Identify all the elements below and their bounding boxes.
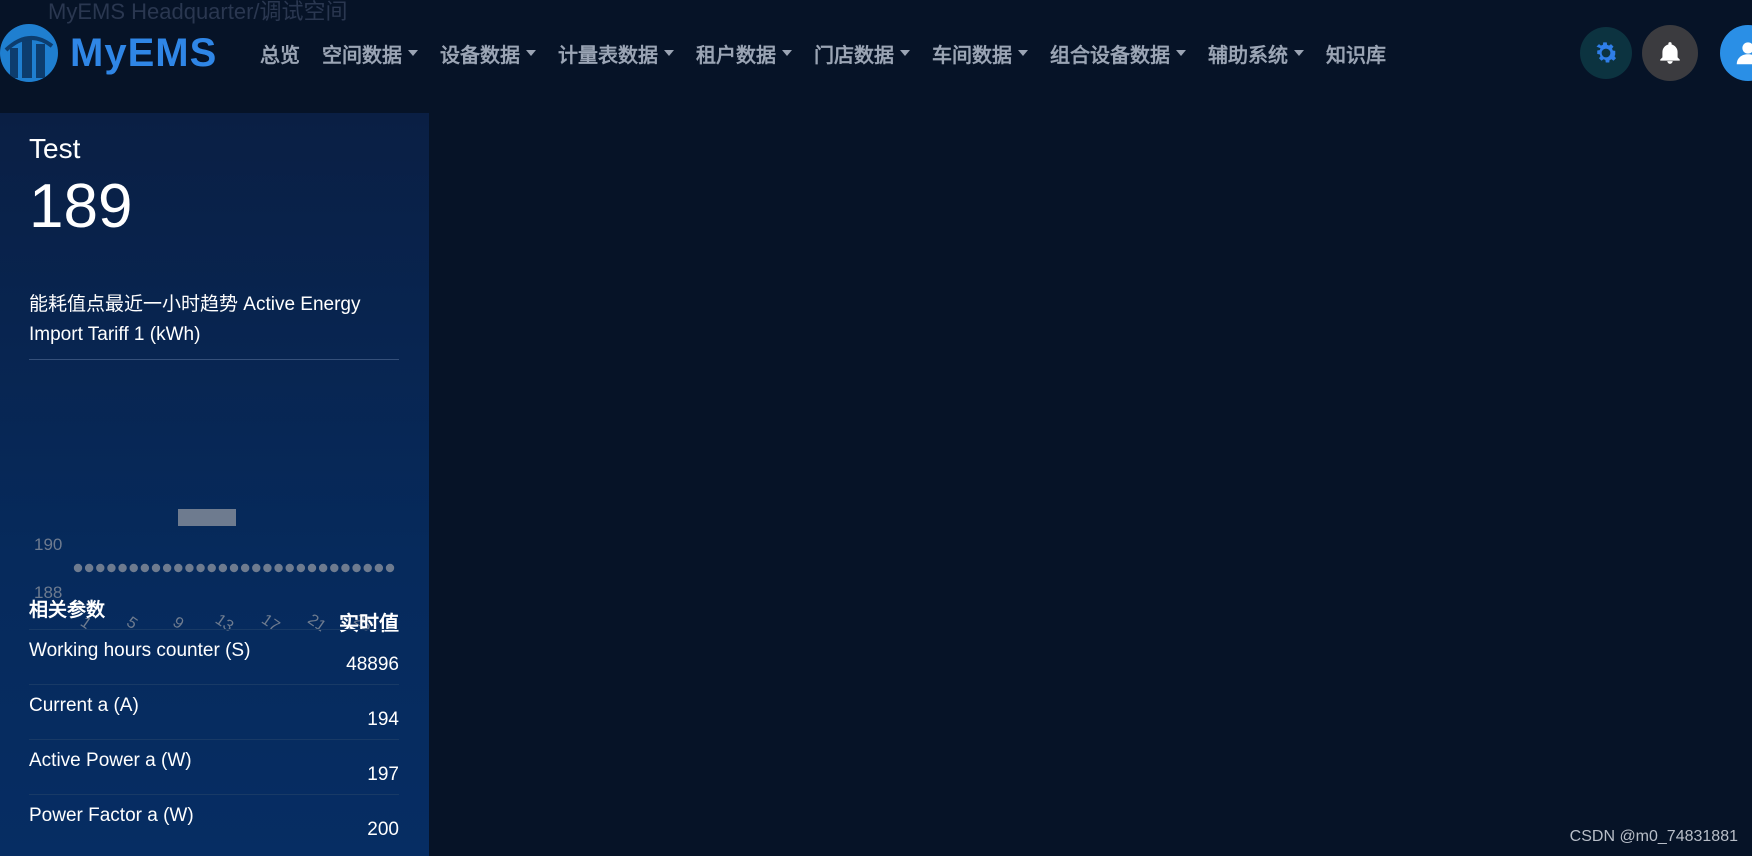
data-point[interactable] bbox=[140, 563, 150, 573]
brand[interactable]: MyEMS bbox=[0, 22, 217, 84]
nav-item-6[interactable]: 车间数据 bbox=[932, 39, 1028, 68]
data-point[interactable] bbox=[84, 563, 94, 573]
param-name: Active Power a (W) bbox=[29, 750, 192, 771]
watermark: CSDN @m0_74831881 bbox=[1569, 828, 1738, 845]
param-row: Working hours counter (S) 48896 bbox=[29, 629, 399, 684]
param-name: Working hours counter (S) bbox=[29, 640, 251, 661]
param-row: Power Factor a (W) 200 bbox=[29, 794, 399, 849]
nav-item-label: 知识库 bbox=[1326, 44, 1386, 67]
data-point[interactable] bbox=[118, 563, 127, 573]
nav-item-label: 组合设备数据 bbox=[1050, 44, 1170, 67]
main-nav: 总览 空间数据 设备数据 计量表数据 租户数据 门店数据 车间数据 组合设备数据 辅助系统 知识库 bbox=[260, 22, 1408, 84]
params-header-label: 相关参数 bbox=[29, 600, 106, 621]
nav-item-3[interactable]: 计量表数据 bbox=[558, 39, 674, 68]
param-value: 197 bbox=[367, 764, 399, 785]
nav-item-label: 辅助系统 bbox=[1208, 44, 1288, 67]
data-point[interactable] bbox=[162, 563, 172, 573]
nav-item-label: 设备数据 bbox=[440, 44, 520, 67]
data-point[interactable] bbox=[274, 563, 283, 573]
data-point[interactable] bbox=[73, 563, 83, 573]
nav-item-label: 空间数据 bbox=[322, 44, 402, 67]
y-tick-label: 190 bbox=[34, 535, 62, 554]
nav-item-label: 总览 bbox=[260, 44, 300, 67]
data-point[interactable] bbox=[318, 563, 328, 573]
data-point[interactable] bbox=[385, 563, 395, 573]
nav-item-4[interactable]: 租户数据 bbox=[696, 39, 792, 68]
data-point[interactable] bbox=[129, 563, 138, 573]
caret-down-icon bbox=[526, 50, 536, 56]
nav-item-label: 门店数据 bbox=[814, 44, 894, 67]
nav-item-1[interactable]: 空间数据 bbox=[322, 39, 418, 68]
param-row: Current a (A) 194 bbox=[29, 684, 399, 739]
param-row: Active Power a (W) 197 bbox=[29, 739, 399, 794]
data-point[interactable] bbox=[263, 563, 272, 573]
caret-down-icon bbox=[1018, 50, 1028, 56]
brand-logo-icon bbox=[0, 24, 58, 82]
nav-item-5[interactable]: 门店数据 bbox=[814, 39, 910, 68]
gear-icon bbox=[1596, 42, 1618, 63]
param-value: 48896 bbox=[346, 654, 399, 675]
caret-down-icon bbox=[900, 50, 910, 56]
nav-item-2[interactable]: 设备数据 bbox=[440, 39, 536, 68]
top-navbar: MyEMS 总览 空间数据 设备数据 计量表数据 租户数据 门店数据 车间数据 组合设备数据 辅… bbox=[0, 22, 1752, 84]
caret-down-icon bbox=[408, 50, 418, 56]
caret-down-icon bbox=[782, 50, 792, 56]
data-point[interactable] bbox=[218, 563, 228, 573]
param-name: Current a (A) bbox=[29, 695, 139, 716]
notifications-button[interactable] bbox=[1642, 25, 1698, 81]
nav-item-label: 租户数据 bbox=[696, 44, 776, 67]
caret-down-icon bbox=[664, 50, 674, 56]
data-point[interactable] bbox=[196, 563, 205, 573]
data-point[interactable] bbox=[229, 563, 239, 573]
legend-swatch[interactable] bbox=[178, 509, 236, 526]
divider bbox=[29, 359, 399, 360]
caret-down-icon bbox=[1176, 50, 1186, 56]
data-point[interactable] bbox=[252, 563, 261, 573]
data-point[interactable] bbox=[341, 563, 350, 573]
brand-name: MyEMS bbox=[70, 30, 218, 75]
settings-button[interactable] bbox=[1580, 27, 1632, 79]
card-title: Test bbox=[29, 133, 81, 164]
user-icon bbox=[1736, 42, 1752, 65]
data-point[interactable] bbox=[185, 563, 194, 573]
point-card: Test 189 能耗值点最近一小时趋势 Active Energy Impor… bbox=[0, 113, 429, 856]
param-name: Power Factor a (W) bbox=[29, 805, 194, 826]
param-value: 200 bbox=[367, 819, 399, 840]
data-point[interactable] bbox=[107, 563, 116, 573]
user-menu-button[interactable] bbox=[1720, 25, 1752, 81]
data-point[interactable] bbox=[330, 563, 339, 573]
nav-item-0[interactable]: 总览 bbox=[260, 39, 300, 68]
data-point[interactable] bbox=[174, 563, 183, 573]
page: MyEMS Headquarter/调试空间 MyEMS 总览 空间数据 设备数据计… bbox=[0, 0, 1752, 856]
data-point[interactable] bbox=[240, 563, 250, 573]
data-point[interactable] bbox=[296, 563, 306, 573]
nav-item-7[interactable]: 组合设备数据 bbox=[1050, 39, 1186, 68]
bell-icon bbox=[1660, 42, 1680, 64]
data-point[interactable] bbox=[207, 563, 216, 573]
nav-item-label: 计量表数据 bbox=[558, 44, 658, 67]
data-point[interactable] bbox=[96, 563, 105, 573]
data-point[interactable] bbox=[352, 563, 361, 573]
data-point[interactable] bbox=[374, 563, 384, 573]
data-point[interactable] bbox=[151, 563, 161, 573]
data-point[interactable] bbox=[307, 563, 317, 573]
chart-caption: 能耗值点最近一小时趋势 Active Energy Import Tariff … bbox=[29, 294, 361, 345]
data-point[interactable] bbox=[285, 563, 294, 573]
navbar-actions bbox=[1570, 22, 1752, 84]
data-point[interactable] bbox=[363, 563, 372, 573]
param-value: 194 bbox=[367, 709, 399, 730]
nav-item-label: 车间数据 bbox=[932, 44, 1012, 67]
card-value: 189 bbox=[29, 172, 133, 241]
caret-down-icon bbox=[1294, 50, 1304, 56]
nav-item-8[interactable]: 辅助系统 bbox=[1208, 39, 1304, 68]
nav-item-9[interactable]: 知识库 bbox=[1326, 39, 1386, 68]
